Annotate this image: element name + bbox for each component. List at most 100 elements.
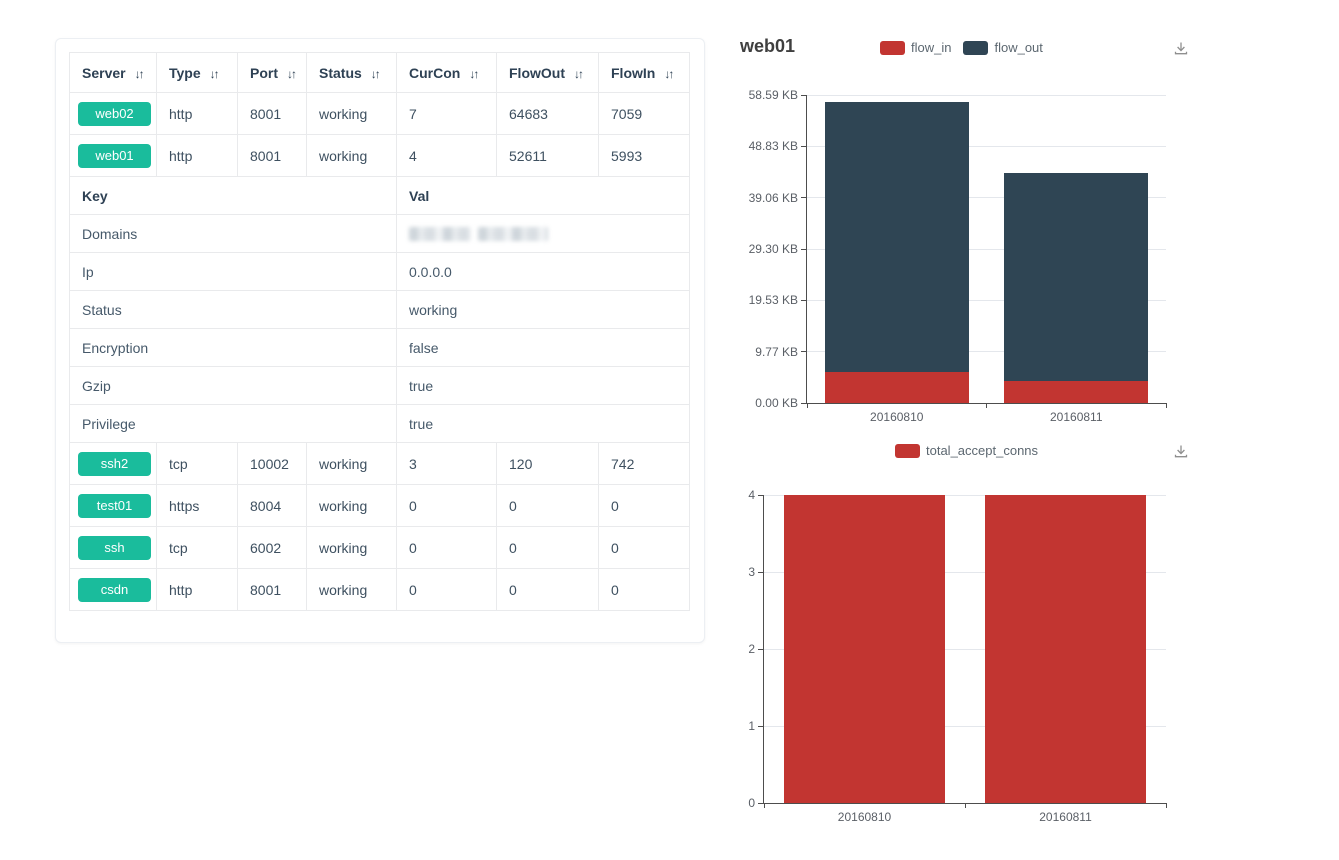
column-header-flowin[interactable]: FlowIn↓↑: [599, 53, 690, 93]
redacted-domain-text: [478, 227, 548, 241]
flowout-cell: 0: [497, 527, 599, 569]
column-label: CurCon: [409, 65, 460, 81]
y-axis-tick: [758, 803, 763, 804]
y-axis-label: 0.00 KB: [755, 396, 798, 410]
y-axis-label: 19.53 KB: [749, 293, 798, 307]
table-row: ssh2 tcp 10002 working 3 120 742: [70, 443, 690, 485]
status-cell: working: [307, 485, 397, 527]
y-axis-label: 2: [748, 642, 755, 656]
y-axis-label: 58.59 KB: [749, 88, 798, 102]
sort-icon[interactable]: ↓↑: [469, 67, 477, 81]
column-header-curcon[interactable]: CurCon ↓↑: [397, 53, 497, 93]
x-axis-tick: [764, 803, 765, 808]
legend-item-flow-in[interactable]: flow_in: [880, 40, 951, 55]
y-axis-tick: [801, 197, 806, 198]
flowout-cell: 64683: [497, 93, 599, 135]
y-axis-label: 1: [748, 719, 755, 733]
y-axis-tick: [758, 495, 763, 496]
legend-swatch-total-accept-conns: [895, 444, 920, 458]
column-header-flowout[interactable]: FlowOut↓↑: [497, 53, 599, 93]
flowin-cell: 742: [599, 443, 690, 485]
legend-label: total_accept_conns: [926, 443, 1038, 458]
download-icon[interactable]: [1172, 443, 1190, 461]
kv-val: true: [397, 405, 690, 443]
plot-area: 0.00 KB9.77 KB19.53 KB29.30 KB39.06 KB48…: [806, 95, 1166, 404]
kv-key: Encryption: [70, 329, 397, 367]
y-axis-label: 39.06 KB: [749, 191, 798, 205]
y-axis-label: 9.77 KB: [755, 345, 798, 359]
kv-val: working: [397, 291, 690, 329]
connections-chart: total_accept_conns 012342016081020160811: [735, 435, 1195, 840]
column-header-server[interactable]: Server↓↑: [70, 53, 157, 93]
legend-item-total-accept-conns[interactable]: total_accept_conns: [895, 443, 1038, 458]
column-header-type[interactable]: Type↓↑: [157, 53, 238, 93]
server-badge[interactable]: csdn: [78, 578, 151, 602]
flowin-cell: 0: [599, 485, 690, 527]
server-detail-card: Server↓↑ Type↓↑ Port↓↑ Status ↓↑ CurCon ↓↑…: [55, 38, 705, 643]
curcon-cell: 4: [397, 135, 497, 177]
legend-label: flow_in: [911, 40, 951, 55]
column-label: Status: [319, 65, 362, 81]
kv-row: Gzip true: [70, 367, 690, 405]
y-axis-label: 0: [748, 796, 755, 810]
curcon-cell: 0: [397, 569, 497, 611]
x-axis-tick: [1166, 803, 1167, 808]
kv-key: Status: [70, 291, 397, 329]
port-cell: 8004: [238, 485, 307, 527]
column-header-port[interactable]: Port↓↑: [238, 53, 307, 93]
table-row: web02 http 8001 working 7 64683 7059: [70, 93, 690, 135]
kv-key: Privilege: [70, 405, 397, 443]
legend-item-flow-out[interactable]: flow_out: [963, 40, 1042, 55]
x-axis-label: 20160810: [838, 810, 891, 824]
sort-icon[interactable]: ↓↑: [210, 67, 218, 81]
server-badge[interactable]: ssh2: [78, 452, 151, 476]
server-badge[interactable]: web01: [78, 144, 151, 168]
status-cell: working: [307, 443, 397, 485]
server-badge[interactable]: ssh: [78, 536, 151, 560]
bar-total_accept_conns[interactable]: [985, 495, 1146, 803]
bar-flow_in[interactable]: [1004, 381, 1148, 403]
bar-total_accept_conns[interactable]: [784, 495, 945, 803]
x-axis-tick: [1166, 403, 1167, 408]
status-cell: working: [307, 135, 397, 177]
legend-swatch-flow-out: [963, 41, 988, 55]
column-header-status[interactable]: Status ↓↑: [307, 53, 397, 93]
y-axis-tick: [801, 95, 806, 96]
sort-icon[interactable]: ↓↑: [135, 67, 143, 81]
sort-icon[interactable]: ↓↑: [287, 67, 295, 81]
y-axis-label: 4: [748, 488, 755, 502]
chart-title: web01: [740, 36, 795, 57]
x-axis-tick: [807, 403, 808, 408]
table-row: csdn http 8001 working 0 0 0: [70, 569, 690, 611]
kv-key-header: Key: [70, 177, 397, 215]
gridline: [807, 95, 1166, 96]
status-cell: working: [307, 569, 397, 611]
server-badge[interactable]: test01: [78, 494, 151, 518]
kv-row: Ip 0.0.0.0: [70, 253, 690, 291]
download-icon[interactable]: [1172, 40, 1190, 58]
flowin-cell: 5993: [599, 135, 690, 177]
flowout-cell: 120: [497, 443, 599, 485]
flowin-cell: 0: [599, 527, 690, 569]
type-cell: https: [157, 485, 238, 527]
kv-val-header: Val: [397, 177, 690, 215]
y-axis-tick: [758, 572, 763, 573]
flowout-cell: 0: [497, 485, 599, 527]
bar-flow_in[interactable]: [825, 372, 969, 403]
y-axis-tick: [801, 146, 806, 147]
kv-row: Status working: [70, 291, 690, 329]
sort-icon[interactable]: ↓↑: [664, 67, 672, 81]
port-cell: 8001: [238, 93, 307, 135]
curcon-cell: 3: [397, 443, 497, 485]
sort-icon[interactable]: ↓↑: [574, 67, 582, 81]
type-cell: tcp: [157, 443, 238, 485]
bar-flow_out[interactable]: [825, 102, 969, 372]
x-axis-tick: [986, 403, 987, 408]
server-table: Server↓↑ Type↓↑ Port↓↑ Status ↓↑ CurCon ↓↑…: [69, 52, 690, 611]
kv-val: 0.0.0.0: [397, 253, 690, 291]
kv-row: Encryption false: [70, 329, 690, 367]
server-badge[interactable]: web02: [78, 102, 151, 126]
sort-icon[interactable]: ↓↑: [371, 67, 379, 81]
bar-flow_out[interactable]: [1004, 173, 1148, 381]
kv-key: Domains: [70, 215, 397, 253]
